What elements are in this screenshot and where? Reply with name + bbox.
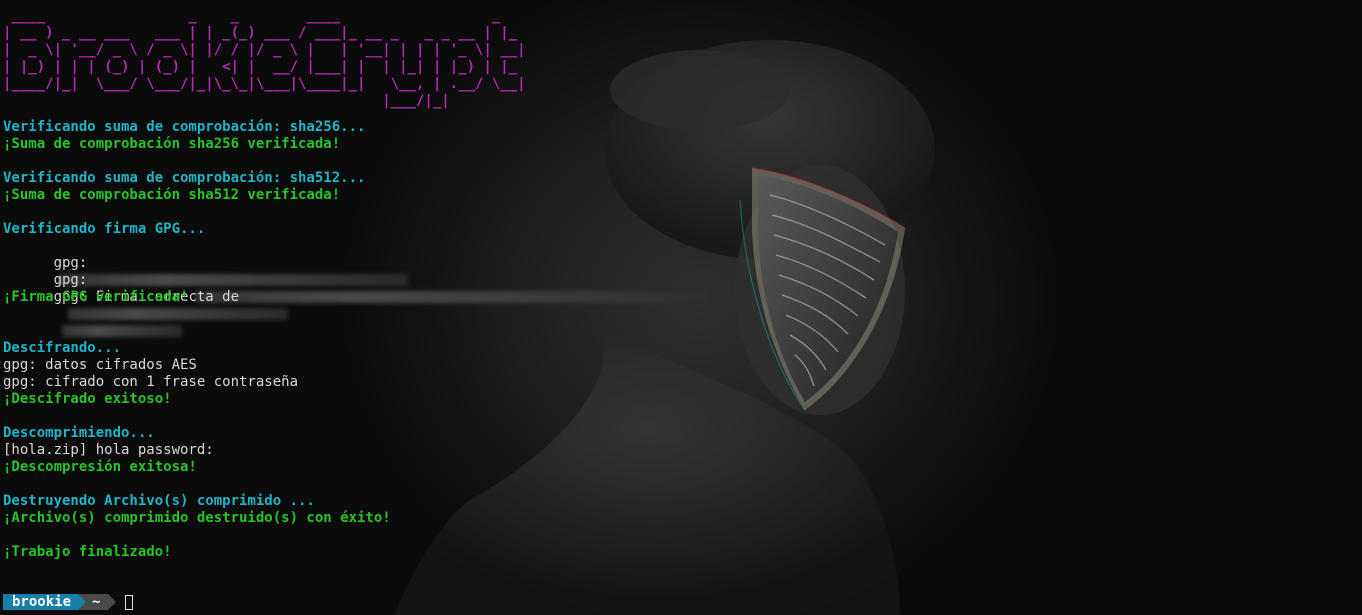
ascii-banner: ____ _ _ ____ _ | __ ) _ __ ___ ___ | | …	[3, 8, 526, 109]
decompress-success-line: ¡Descompresión exitosa!	[3, 459, 197, 475]
sha256-checking-line: Verificando suma de comprobación: sha256…	[3, 119, 366, 135]
terminal-window[interactable]: ____ _ _ ____ _ | __ ) _ __ ___ ___ | | …	[0, 0, 1362, 615]
powerline-arrow-icon	[108, 594, 117, 610]
sha512-checking-line: Verificando suma de comprobación: sha512…	[3, 170, 366, 186]
prompt-directory-segment: ~	[86, 594, 109, 610]
sha256-success-line: ¡Suma de comprobación sha256 verificada!	[3, 136, 341, 152]
destroying-line: Destruyendo Archivo(s) comprimido ...	[3, 493, 315, 509]
prompt-user-segment: brookie	[3, 594, 79, 610]
zip-password-prompt: [hola.zip] hola password:	[3, 442, 214, 458]
text-cursor[interactable]	[125, 594, 134, 610]
aes-data-line: gpg: datos cifrados AES	[3, 357, 197, 373]
destroy-success-line: ¡Archivo(s) comprimido destruido(s) con …	[3, 510, 391, 526]
gpg-signature-line: gpg: Firma correcta de	[3, 272, 1362, 337]
redacted-text	[61, 325, 182, 337]
sha512-success-line: ¡Suma de comprobación sha512 verificada!	[3, 187, 341, 203]
powerline-arrow-icon	[78, 594, 87, 610]
decompressing-line: Descomprimiendo...	[3, 425, 155, 441]
gpg-output-line: gpg:	[3, 238, 1362, 286]
decrypting-line: Descifrando...	[3, 340, 122, 356]
finished-line: ¡Trabajo finalizado!	[3, 544, 172, 560]
gpg-output-line: gpg:	[3, 255, 1362, 303]
passphrase-line: gpg: cifrado con 1 frase contraseña	[3, 374, 299, 390]
gpg-success-line: ¡Firma GPG verificada!	[3, 289, 189, 305]
redacted-text	[67, 308, 288, 320]
gpg-checking-line: Verificando firma GPG...	[3, 221, 206, 237]
decrypt-success-line: ¡Descifrado exitoso!	[3, 391, 172, 407]
shell-prompt[interactable]: brookie ~	[3, 594, 134, 610]
terminal-output: ____ _ _ ____ _ | __ ) _ __ ___ ___ | | …	[3, 0, 1362, 561]
